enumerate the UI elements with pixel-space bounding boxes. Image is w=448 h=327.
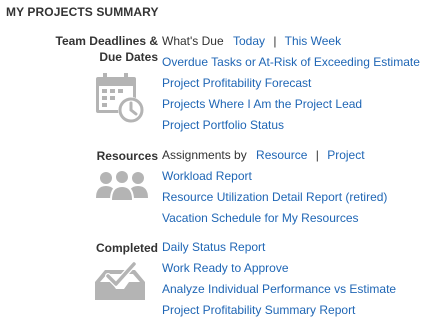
utilization-report-link[interactable]: Resource Utilization Detail Report (reti… [162, 190, 387, 204]
resource-link[interactable]: Resource [256, 148, 307, 162]
deadlines-label-line2: Due Dates [99, 50, 158, 64]
completed-label: Completed [95, 241, 158, 255]
separator: | [315, 148, 319, 162]
deadlines-label: Team Deadlines & Due Dates [56, 33, 158, 65]
assignments-prefix: Assignments by [162, 148, 247, 162]
deadlines-links: What's Due Today | This Week Overdue Tas… [162, 31, 420, 136]
resources-links: Assignments by Resource | Project Worklo… [162, 145, 387, 229]
profitability-summary-link[interactable]: Project Profitability Summary Report [162, 303, 355, 317]
daily-status-link[interactable]: Daily Status Report [162, 240, 265, 254]
work-ready-link[interactable]: Work Ready to Approve [162, 261, 289, 275]
project-lead-link[interactable]: Projects Where I Am the Project Lead [162, 97, 362, 111]
inbox-check-icon [95, 262, 145, 300]
assignments-row: Assignments by Resource | Project [162, 145, 387, 166]
vacation-schedule-link[interactable]: Vacation Schedule for My Resources [162, 211, 359, 225]
separator: | [273, 34, 277, 48]
this-week-link[interactable]: This Week [285, 34, 341, 48]
overdue-tasks-link[interactable]: Overdue Tasks or At-Risk of Exceeding Es… [162, 55, 420, 69]
deadlines-label-line1: Team Deadlines & [55, 34, 158, 48]
calendar-clock-icon [96, 73, 144, 123]
completed-links: Daily Status Report Work Ready to Approv… [162, 237, 396, 321]
whats-due-row: What's Due Today | This Week [162, 31, 420, 52]
analyze-performance-link[interactable]: Analyze Individual Performance vs Estima… [162, 282, 396, 296]
today-link[interactable]: Today [233, 34, 265, 48]
workload-report-link[interactable]: Workload Report [162, 169, 252, 183]
project-link[interactable]: Project [327, 148, 364, 162]
whats-due-prefix: What's Due [162, 34, 224, 48]
page-title: MY PROJECTS SUMMARY [6, 5, 159, 19]
portfolio-status-link[interactable]: Project Portfolio Status [162, 118, 284, 132]
profitability-forecast-link[interactable]: Project Profitability Forecast [162, 76, 311, 90]
resources-label: Resources [96, 149, 158, 163]
people-group-icon [96, 170, 148, 200]
